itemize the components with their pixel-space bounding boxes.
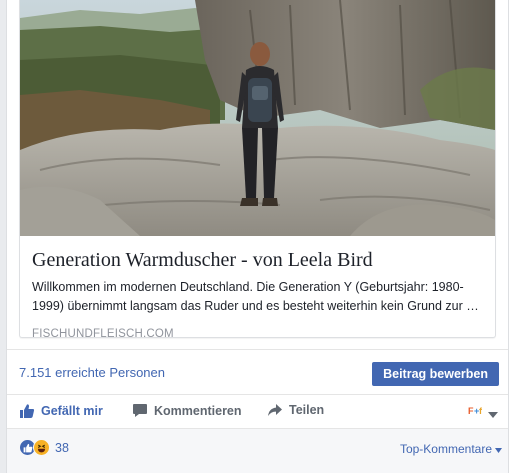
share-label: Teilen (289, 403, 325, 417)
share-button[interactable]: Teilen (267, 403, 324, 417)
caret-down-icon (495, 442, 502, 456)
comment-sort-label: Top-Kommentare (399, 442, 492, 456)
preview-description: Willkommen im modernen Deutschland. Die … (32, 280, 479, 313)
like-button[interactable]: Gefällt mir (19, 403, 103, 419)
reach-bar: 7.151 erreichte Personen Beitrag bewerbe… (7, 349, 508, 395)
thumbs-up-icon (19, 403, 35, 419)
page-reaction-avatar-icon: F + f (468, 404, 484, 423)
haha-reaction-icon (33, 439, 50, 456)
reaction-summary[interactable]: 38 (19, 439, 69, 456)
reach-stats-link[interactable]: 7.151 erreichte Personen (19, 365, 165, 380)
preview-photo[interactable] (20, 0, 495, 236)
post-card: Generation Warmduscher - von Leela Bird … (6, 0, 509, 473)
svg-text:f: f (479, 406, 483, 416)
boost-post-button[interactable]: Beitrag bewerben (372, 362, 499, 386)
comment-label: Kommentieren (154, 403, 242, 418)
reactions-summary-bar: 38 Top-Kommentare (7, 428, 508, 473)
reaction-selector-dropdown[interactable]: F + f (468, 404, 498, 423)
chevron-down-icon (488, 405, 498, 423)
share-arrow-icon (267, 403, 283, 417)
like-label: Gefällt mir (41, 404, 103, 418)
preview-domain: FISCHUNDFLEISCH.COM (32, 328, 174, 338)
comment-icon (132, 403, 148, 418)
comment-button[interactable]: Kommentieren (132, 403, 242, 418)
reaction-count: 38 (55, 440, 69, 455)
comment-sort-dropdown[interactable]: Top-Kommentare (400, 442, 502, 456)
preview-title[interactable]: Generation Warmduscher - von Leela Bird (32, 248, 485, 272)
action-bar: Gefällt mir Kommentieren Teilen F + f (7, 396, 508, 428)
link-preview-card[interactable]: Generation Warmduscher - von Leela Bird … (19, 0, 496, 338)
preview-text-block: Generation Warmduscher - von Leela Bird … (32, 248, 485, 338)
